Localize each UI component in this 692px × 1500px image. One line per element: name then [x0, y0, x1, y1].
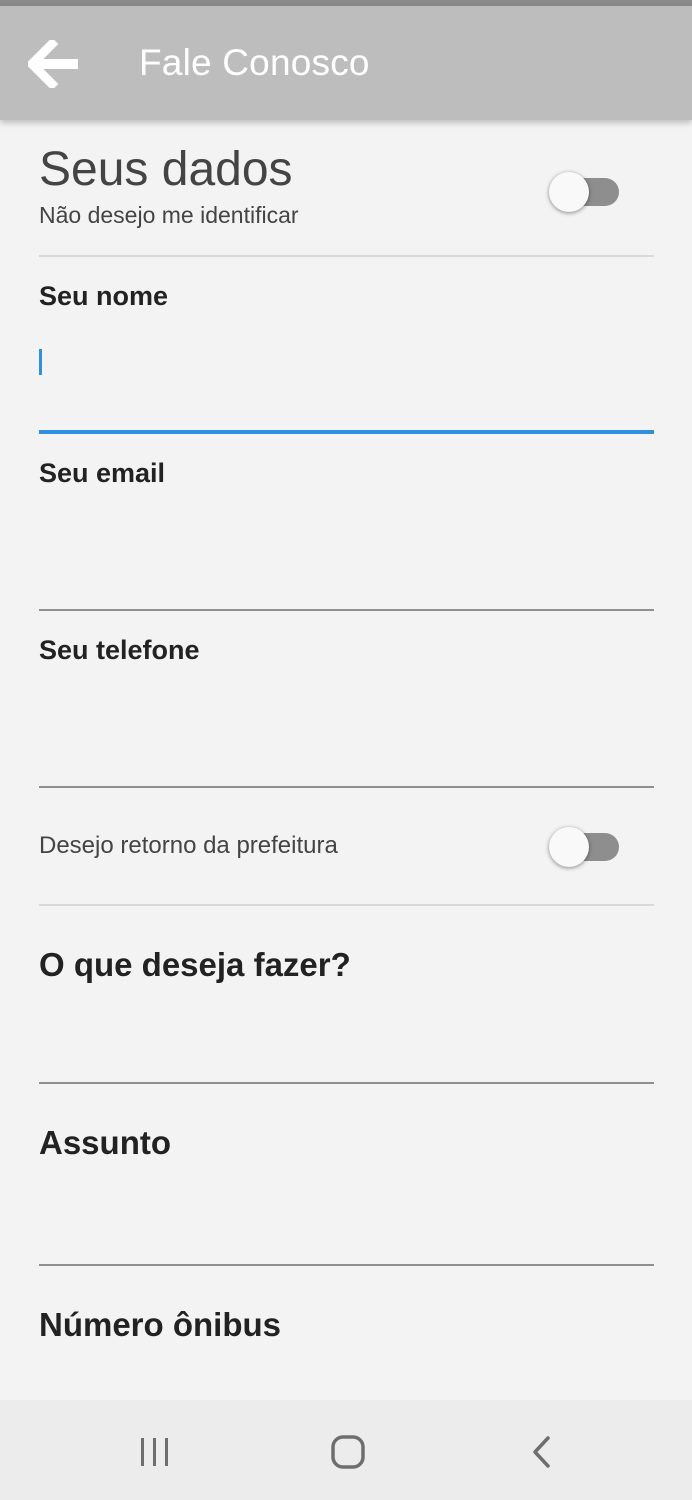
page-title: Fale Conosco	[139, 42, 370, 83]
name-label: Seu nome	[39, 281, 169, 311]
email-field: Seu email	[39, 434, 654, 611]
text-cursor	[39, 349, 42, 375]
subject-label: Assunto	[39, 1124, 171, 1161]
action-select[interactable]: O que deseja fazer?	[39, 906, 654, 1084]
phone-input[interactable]	[39, 681, 654, 761]
callback-label: Desejo retorno da prefeitura	[39, 832, 338, 859]
home-icon	[331, 1435, 365, 1469]
callback-row: Desejo retorno da prefeitura	[39, 788, 654, 906]
system-nav-bar	[0, 1400, 692, 1500]
toggle-thumb	[549, 172, 589, 212]
subject-select[interactable]: Assunto	[39, 1084, 654, 1266]
bus-number-label: Número ônibus	[39, 1306, 282, 1343]
recent-apps-button[interactable]	[125, 1422, 185, 1482]
name-input[interactable]	[39, 327, 654, 407]
app-bar: Fale Conosco	[0, 6, 692, 120]
action-label: O que deseja fazer?	[39, 946, 351, 983]
bus-number-select[interactable]: Número ônibus	[39, 1266, 654, 1416]
back-button[interactable]	[22, 32, 86, 96]
name-field: Seu nome	[39, 257, 654, 434]
home-button[interactable]	[318, 1422, 378, 1482]
phone-field: Seu telefone	[39, 611, 654, 788]
nav-back-button[interactable]	[512, 1422, 572, 1482]
back-icon	[533, 1436, 550, 1468]
anonymous-toggle[interactable]	[549, 170, 621, 214]
contact-form: Seus dados Não desejo me identificar Seu…	[39, 120, 654, 1416]
callback-toggle[interactable]	[549, 825, 621, 869]
arrow-left-icon	[28, 40, 78, 88]
identity-section: Seus dados Não desejo me identificar	[39, 120, 654, 257]
toggle-thumb	[549, 827, 589, 867]
email-input[interactable]	[39, 504, 654, 584]
phone-label: Seu telefone	[39, 635, 200, 665]
recent-apps-icon	[141, 1438, 168, 1466]
section-title: Seus dados	[39, 143, 293, 196]
anonymous-label: Não desejo me identificar	[39, 202, 299, 228]
email-label: Seu email	[39, 458, 166, 488]
